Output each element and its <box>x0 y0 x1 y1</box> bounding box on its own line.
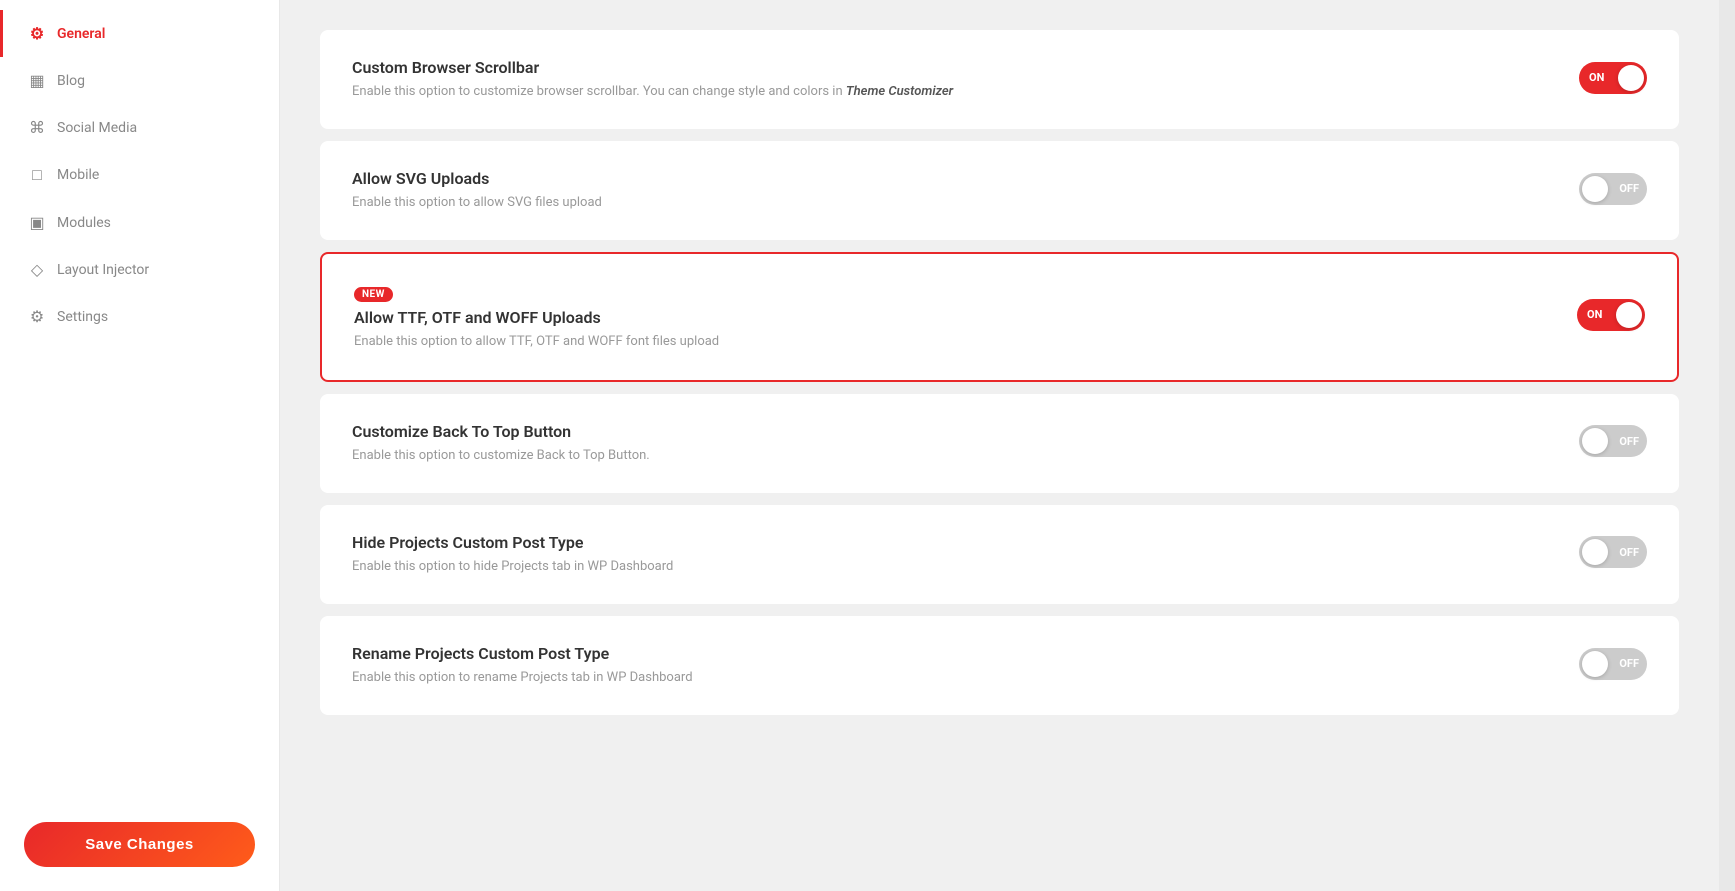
sidebar-item-modules[interactable]: ▣ Modules <box>0 199 279 246</box>
setting-card-rename-projects-post-type: Rename Projects Custom Post Type Enable … <box>320 616 1679 715</box>
toggle-knob-rename-projects-post-type <box>1582 651 1608 677</box>
toggle-custom-browser-scrollbar[interactable]: ON <box>1579 62 1647 94</box>
sidebar-item-label: Modules <box>57 215 111 231</box>
toggle-label-allow-svg-uploads: OFF <box>1619 182 1639 195</box>
setting-info-rename-projects-post-type: Rename Projects Custom Post Type Enable … <box>352 644 1539 687</box>
setting-info-allow-ttf-otf-woff: NEW Allow TTF, OTF and WOFF Uploads Enab… <box>354 282 1537 351</box>
toggle-knob-hide-projects-post-type <box>1582 539 1608 565</box>
toggle-container-rename-projects-post-type: OFF <box>1579 648 1647 684</box>
toggle-label-hide-projects-post-type: OFF <box>1619 546 1639 559</box>
toggle-rename-projects-post-type[interactable]: OFF <box>1579 648 1647 680</box>
sidebar-item-label: Mobile <box>57 167 99 183</box>
sidebar-item-settings[interactable]: ⚙ Settings <box>0 293 279 340</box>
setting-title-custom-browser-scrollbar: Custom Browser Scrollbar <box>352 58 1539 77</box>
setting-title-hide-projects-post-type: Hide Projects Custom Post Type <box>352 533 1539 552</box>
setting-card-customize-back-to-top: Customize Back To Top Button Enable this… <box>320 394 1679 493</box>
toggle-label-custom-browser-scrollbar: ON <box>1589 71 1604 84</box>
sidebar-item-mobile[interactable]: □ Mobile <box>0 151 279 199</box>
sidebar-item-label: Social Media <box>57 120 137 136</box>
social-media-icon: ⌘ <box>27 118 47 137</box>
setting-desc-rename-projects-post-type: Enable this option to rename Projects ta… <box>352 669 1539 687</box>
toggle-knob-allow-ttf-otf-woff <box>1616 302 1642 328</box>
toggle-allow-ttf-otf-woff[interactable]: ON <box>1577 299 1645 331</box>
sidebar: ⚙ General ▦ Blog ⌘ Social Media □ Mobile… <box>0 0 280 891</box>
save-changes-button[interactable]: Save Changes <box>24 822 255 867</box>
sidebar-item-label: Settings <box>57 309 108 325</box>
general-icon: ⚙ <box>27 24 47 43</box>
sidebar-item-label: Blog <box>57 73 85 89</box>
toggle-allow-svg-uploads[interactable]: OFF <box>1579 173 1647 205</box>
setting-title-allow-ttf-otf-woff: Allow TTF, OTF and WOFF Uploads <box>354 308 1537 327</box>
toggle-label-customize-back-to-top: OFF <box>1619 435 1639 448</box>
setting-card-hide-projects-post-type: Hide Projects Custom Post Type Enable th… <box>320 505 1679 604</box>
save-changes-area: Save Changes <box>0 798 279 891</box>
toggle-container-hide-projects-post-type: OFF <box>1579 536 1647 572</box>
setting-title-customize-back-to-top: Customize Back To Top Button <box>352 422 1539 441</box>
toggle-customize-back-to-top[interactable]: OFF <box>1579 425 1647 457</box>
sidebar-item-social-media[interactable]: ⌘ Social Media <box>0 104 279 151</box>
sidebar-item-label: General <box>57 26 105 42</box>
setting-title-allow-svg-uploads: Allow SVG Uploads <box>352 169 1539 188</box>
blog-icon: ▦ <box>27 71 47 90</box>
setting-desc-custom-browser-scrollbar: Enable this option to customize browser … <box>352 83 1539 101</box>
toggle-label-allow-ttf-otf-woff: ON <box>1587 308 1602 321</box>
main-content: Custom Browser Scrollbar Enable this opt… <box>280 0 1719 891</box>
toggle-knob-custom-browser-scrollbar <box>1618 65 1644 91</box>
sidebar-item-layout-injector[interactable]: ◇ Layout Injector <box>0 246 279 293</box>
setting-card-allow-ttf-otf-woff: NEW Allow TTF, OTF and WOFF Uploads Enab… <box>320 252 1679 381</box>
toggle-container-allow-ttf-otf-woff: ON <box>1577 299 1645 335</box>
toggle-container-customize-back-to-top: OFF <box>1579 425 1647 461</box>
setting-card-custom-browser-scrollbar: Custom Browser Scrollbar Enable this opt… <box>320 30 1679 129</box>
setting-info-allow-svg-uploads: Allow SVG Uploads Enable this option to … <box>352 169 1539 212</box>
modules-icon: ▣ <box>27 213 47 232</box>
toggle-knob-allow-svg-uploads <box>1582 176 1608 202</box>
setting-desc-allow-svg-uploads: Enable this option to allow SVG files up… <box>352 194 1539 212</box>
settings-icon: ⚙ <box>27 307 47 326</box>
setting-info-customize-back-to-top: Customize Back To Top Button Enable this… <box>352 422 1539 465</box>
setting-title-rename-projects-post-type: Rename Projects Custom Post Type <box>352 644 1539 663</box>
toggle-hide-projects-post-type[interactable]: OFF <box>1579 536 1647 568</box>
toggle-container-allow-svg-uploads: OFF <box>1579 173 1647 209</box>
setting-info-hide-projects-post-type: Hide Projects Custom Post Type Enable th… <box>352 533 1539 576</box>
sidebar-item-general[interactable]: ⚙ General <box>0 10 279 57</box>
setting-desc-allow-ttf-otf-woff: Enable this option to allow TTF, OTF and… <box>354 333 1537 351</box>
sidebar-item-blog[interactable]: ▦ Blog <box>0 57 279 104</box>
mobile-icon: □ <box>27 165 47 185</box>
toggle-knob-customize-back-to-top <box>1582 428 1608 454</box>
setting-desc-customize-back-to-top: Enable this option to customize Back to … <box>352 447 1539 465</box>
sidebar-item-label: Layout Injector <box>57 262 149 278</box>
new-badge: NEW <box>354 287 393 302</box>
toggle-label-rename-projects-post-type: OFF <box>1619 657 1639 670</box>
setting-desc-hide-projects-post-type: Enable this option to hide Projects tab … <box>352 558 1539 576</box>
setting-card-allow-svg-uploads: Allow SVG Uploads Enable this option to … <box>320 141 1679 240</box>
toggle-container-custom-browser-scrollbar: ON <box>1579 62 1647 98</box>
scrollbar-area <box>1719 0 1735 891</box>
setting-info-custom-browser-scrollbar: Custom Browser Scrollbar Enable this opt… <box>352 58 1539 101</box>
layout-injector-icon: ◇ <box>27 260 47 279</box>
